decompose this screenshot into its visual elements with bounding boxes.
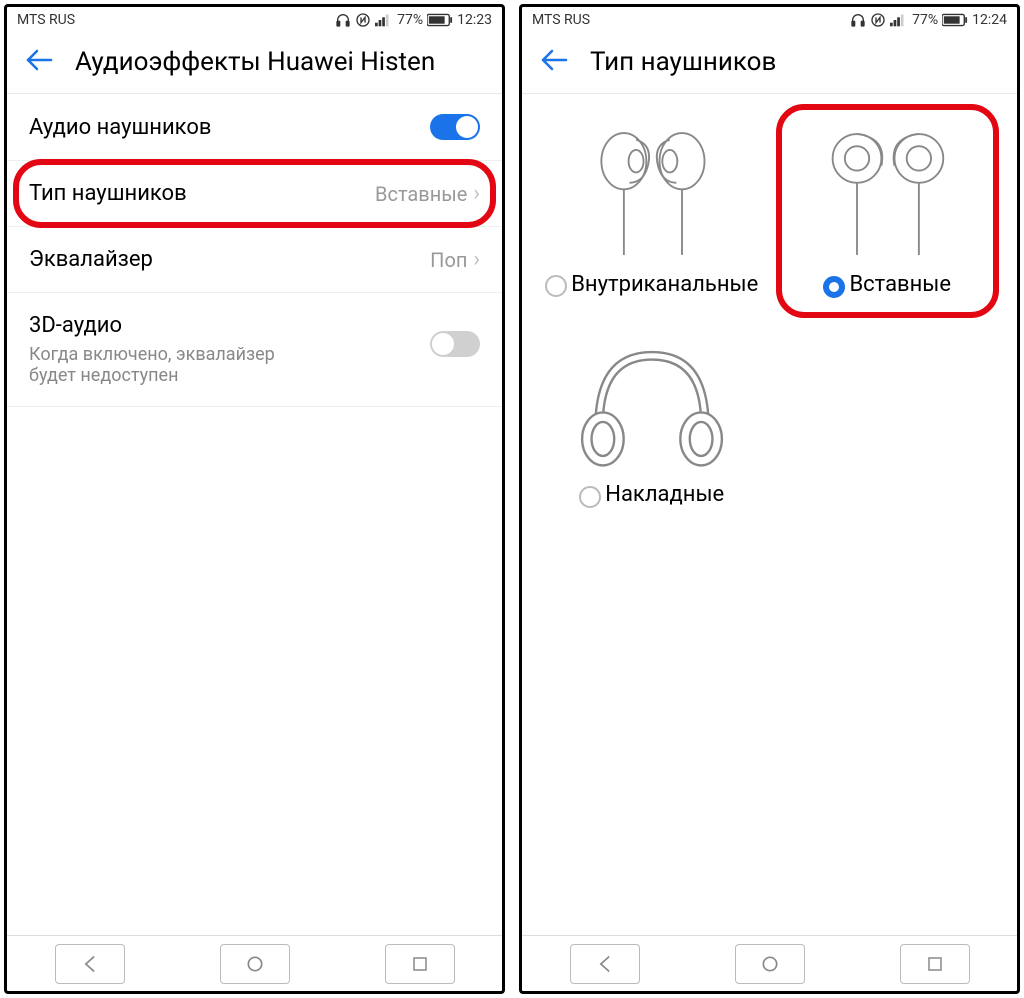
status-right: 77% 12:23 bbox=[335, 12, 492, 28]
nav-recent-button[interactable] bbox=[385, 944, 455, 984]
app-bar: Аудиоэффекты Huawei Histen bbox=[7, 33, 502, 94]
row-audio-headphones[interactable]: Аудио наушников bbox=[7, 94, 502, 161]
status-bar: MTS RUS 77% 12:23 bbox=[7, 7, 502, 33]
radio-checked-icon[interactable] bbox=[823, 276, 845, 298]
toggle-audio[interactable] bbox=[430, 114, 480, 140]
over-ear-icon bbox=[567, 334, 737, 474]
battery-percent: 77% bbox=[397, 12, 423, 28]
row-value-group: Поп › bbox=[430, 247, 480, 272]
page-title: Аудиоэффекты Huawei Histen bbox=[75, 47, 435, 77]
option-label: Вставные bbox=[849, 272, 951, 298]
row-value-group: Вставные › bbox=[375, 181, 480, 206]
battery-icon bbox=[427, 13, 453, 27]
row-3d-audio[interactable]: 3D-аудио Когда включено, эквалайзер буде… bbox=[7, 293, 502, 407]
earbuds-icon bbox=[812, 124, 962, 264]
signal-icon bbox=[375, 13, 393, 27]
option-over-ear[interactable]: Накладные bbox=[534, 324, 770, 518]
option-in-ear[interactable]: Внутриканальные bbox=[534, 114, 770, 308]
option-label: Накладные bbox=[605, 482, 724, 508]
row-value: Поп bbox=[430, 248, 467, 272]
row-value: Вставные bbox=[375, 182, 467, 206]
radio-unchecked-icon[interactable] bbox=[579, 486, 601, 508]
nfc-icon bbox=[870, 12, 886, 28]
headphone-type-grid: Внутриканальные bbox=[522, 94, 1017, 935]
signal-icon bbox=[890, 13, 908, 27]
row-equalizer[interactable]: Эквалайзер Поп › bbox=[7, 227, 502, 293]
phone-right: MTS RUS 77% 12:24 Тип наушников bbox=[519, 4, 1020, 994]
option-label-row: Накладные bbox=[579, 482, 724, 508]
carrier-label: MTS RUS bbox=[17, 12, 75, 28]
battery-percent: 77% bbox=[912, 12, 938, 28]
row-label: 3D-аудио bbox=[29, 313, 309, 338]
option-earbuds[interactable]: Вставные bbox=[770, 114, 1006, 308]
nav-back-button[interactable] bbox=[570, 944, 640, 984]
row-label: Аудио наушников bbox=[29, 115, 211, 140]
chevron-right-icon: › bbox=[473, 181, 480, 206]
back-arrow-icon[interactable] bbox=[25, 48, 53, 77]
status-right: 77% 12:24 bbox=[850, 12, 1007, 28]
option-label: Внутриканальные bbox=[571, 272, 758, 298]
option-label-row: Вставные bbox=[823, 272, 951, 298]
nav-home-button[interactable] bbox=[220, 944, 290, 984]
nav-bar bbox=[522, 935, 1017, 991]
option-label-row: Внутриканальные bbox=[545, 272, 758, 298]
clock-label: 12:23 bbox=[457, 12, 492, 28]
carrier-label: MTS RUS bbox=[532, 12, 590, 28]
in-ear-icon bbox=[577, 124, 727, 264]
chevron-right-icon: › bbox=[473, 247, 480, 272]
nav-home-button[interactable] bbox=[735, 944, 805, 984]
page-title: Тип наушников bbox=[590, 47, 776, 77]
headphones-icon bbox=[335, 12, 351, 28]
row-description: Когда включено, эквалайзер будет недосту… bbox=[29, 344, 309, 386]
back-arrow-icon[interactable] bbox=[540, 48, 568, 77]
row-text-block: 3D-аудио Когда включено, эквалайзер буде… bbox=[29, 313, 309, 386]
toggle-3d-audio[interactable] bbox=[430, 331, 480, 357]
clock-label: 12:24 bbox=[972, 12, 1007, 28]
battery-icon bbox=[942, 13, 968, 27]
headphones-icon bbox=[850, 12, 866, 28]
radio-unchecked-icon[interactable] bbox=[545, 275, 567, 297]
nfc-icon bbox=[355, 12, 371, 28]
nav-recent-button[interactable] bbox=[900, 944, 970, 984]
settings-list: Аудио наушников Тип наушников Вставные ›… bbox=[7, 94, 502, 935]
row-label: Тип наушников bbox=[29, 181, 187, 206]
app-bar: Тип наушников bbox=[522, 33, 1017, 94]
row-headphone-type[interactable]: Тип наушников Вставные › bbox=[7, 161, 502, 227]
nav-bar bbox=[7, 935, 502, 991]
row-label: Эквалайзер bbox=[29, 247, 153, 272]
status-bar: MTS RUS 77% 12:24 bbox=[522, 7, 1017, 33]
phone-left: MTS RUS 77% 12:23 Аудиоэффекты Huawei Hi… bbox=[4, 4, 505, 994]
nav-back-button[interactable] bbox=[55, 944, 125, 984]
